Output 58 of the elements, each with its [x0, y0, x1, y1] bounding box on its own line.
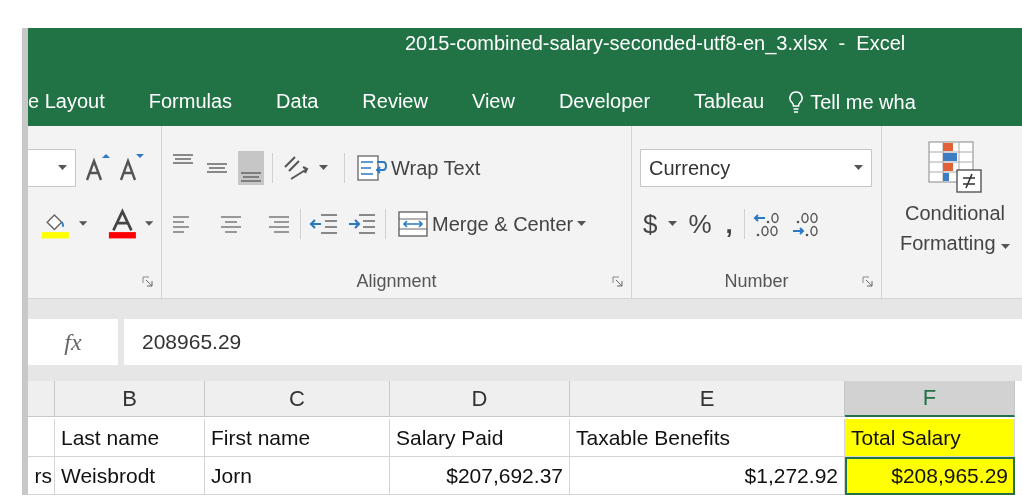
table-cell: [28, 419, 55, 457]
dropdown-caret-icon[interactable]: [854, 165, 863, 171]
bottom-align-icon: [240, 172, 262, 182]
group-label: Alignment: [356, 270, 437, 292]
wrap-text-button[interactable]: Wrap Text: [353, 151, 485, 185]
column-header[interactable]: C: [205, 381, 390, 417]
table-cell: $207,692.37: [390, 457, 570, 495]
dialog-launcher-icon[interactable]: [862, 276, 873, 287]
column-header[interactable]: B: [55, 381, 205, 417]
column-header[interactable]: F: [845, 381, 1015, 417]
column-header[interactable]: D: [390, 381, 570, 417]
table-cell: Salary Paid: [390, 419, 570, 457]
caret-icon[interactable]: [144, 221, 153, 227]
insert-function-button[interactable]: fx: [28, 319, 118, 365]
top-align-icon: [172, 154, 194, 164]
table-cell: Last name: [55, 419, 205, 457]
ribbon-tab[interactable]: Formulas: [126, 82, 255, 122]
increase-font-size-icon[interactable]: [84, 153, 110, 183]
decrease-indent-icon[interactable]: [309, 211, 339, 237]
table-cell: rs: [28, 457, 55, 495]
table-cell: Jorn: [205, 457, 390, 495]
table-cell: Weisbrodt: [55, 457, 205, 495]
lightbulb-icon[interactable]: [788, 90, 805, 114]
dialog-launcher-icon[interactable]: [612, 276, 623, 287]
decrease-font-size-icon[interactable]: [118, 153, 144, 183]
ribbon-tab[interactable]: Review: [340, 82, 450, 122]
ribbon-tab[interactable]: View: [449, 82, 537, 122]
font-color-icon[interactable]: [108, 208, 137, 240]
middle-align-icon: [206, 163, 228, 173]
caret-icon[interactable]: [319, 165, 328, 171]
ribbon-tab[interactable]: Tableau: [672, 82, 787, 122]
dropdown-caret-icon[interactable]: [58, 165, 67, 171]
number-format-dropdown[interactable]: Currency: [640, 149, 872, 187]
table-cell: Total Salary: [845, 419, 1015, 457]
conditional-formatting-button[interactable]: Conditional Formatting: [890, 126, 1020, 258]
increase-indent-icon[interactable]: [347, 211, 377, 237]
table-cell: $208,965.29: [845, 457, 1015, 495]
comma-style-button[interactable]: ,: [722, 208, 736, 240]
merge-cells-icon: [398, 210, 428, 238]
tell-me-field[interactable]: Tell me wha: [810, 90, 916, 114]
window-title: 2015-combined-salary-seconded-utf8-en_3.xlsx - Excel: [405, 32, 906, 54]
column-header[interactable]: E: [570, 381, 845, 417]
group-label: Number: [724, 270, 789, 292]
caret-icon[interactable]: [668, 221, 678, 227]
conditional-formatting-icon: [927, 140, 983, 194]
caret-icon[interactable]: [577, 221, 587, 227]
currency-format-button[interactable]: $: [640, 208, 661, 240]
formula-input[interactable]: 208965.29: [124, 319, 1022, 365]
percent-style-button[interactable]: %: [685, 208, 715, 240]
ribbon-tab[interactable]: Data: [254, 82, 341, 122]
dialog-launcher-icon[interactable]: [142, 276, 153, 287]
wrap-text-icon: [357, 154, 387, 182]
ribbon-tab[interactable]: Developer: [536, 82, 673, 122]
ribbon-tab[interactable]: e Layout: [28, 82, 127, 122]
caret-icon[interactable]: [78, 221, 87, 227]
table-cell: First name: [205, 419, 390, 457]
merge-center-button[interactable]: Merge & Center: [394, 207, 591, 241]
caret-icon[interactable]: [1001, 244, 1011, 250]
